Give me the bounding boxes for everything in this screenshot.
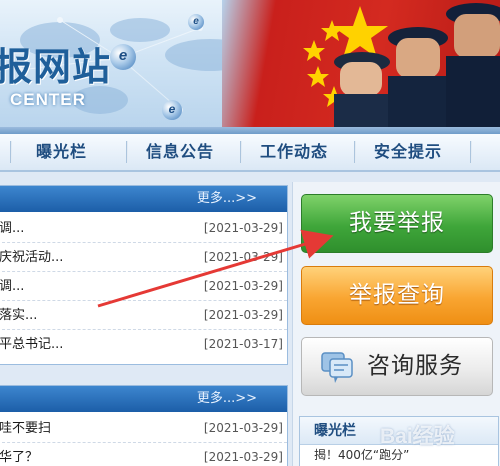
more-link[interactable]: 更多...>> <box>197 386 257 412</box>
nav-item-exposure[interactable]: 曝光栏 <box>36 134 87 170</box>
site-subtitle: CENTER <box>10 90 86 109</box>
e-logo-icon-small: e <box>162 100 182 120</box>
news-list: 调... [2021-03-29] 庆祝活动... [2021-03-29] 调… <box>0 212 287 359</box>
news-item[interactable]: 庆祝活动... [2021-03-29] <box>0 243 287 272</box>
site-title: 报网站 <box>0 45 112 89</box>
baidu-watermark: Bai经验 <box>380 425 455 448</box>
news-item[interactable]: 调... [2021-03-29] <box>0 214 287 243</box>
main-nav: 曝光栏 信息公告 工作动态 安全提示 <box>0 134 500 172</box>
nav-separator <box>10 141 12 163</box>
news-panel: 更多...>> 调... [2021-03-29] 庆祝活动... [2021-… <box>0 185 288 365</box>
news-item[interactable]: 平总书记... [2021-03-17] <box>0 330 287 359</box>
header-banner: 报网站 CENTER e e e <box>0 0 500 134</box>
news-date: [2021-03-29] <box>203 221 283 235</box>
news-item[interactable]: 华了？ [2021-03-29] <box>0 443 287 466</box>
news-title[interactable]: 调... <box>0 272 24 301</box>
news-title[interactable]: 落实... <box>0 301 37 330</box>
news-date: [2021-03-29] <box>203 308 283 322</box>
news-date: [2021-03-29] <box>203 250 283 264</box>
news-item[interactable]: 哇不要扫 [2021-03-29] <box>0 414 287 443</box>
consult-service-label: 咨询服务 <box>367 353 463 379</box>
nav-item-work-news[interactable]: 工作动态 <box>260 134 328 170</box>
news-title[interactable]: 华了？ <box>0 443 38 466</box>
news-date: [2021-03-29] <box>203 450 283 464</box>
report-button[interactable]: 我要举报 <box>301 194 493 253</box>
news-date: [2021-03-29] <box>203 279 283 293</box>
nav-separator <box>354 141 356 163</box>
banner-divider <box>0 127 500 134</box>
e-logo-icon: e <box>110 44 136 70</box>
consult-service-button[interactable]: 咨询服务 <box>301 337 493 396</box>
news-item[interactable]: 落实... [2021-03-29] <box>0 301 287 330</box>
page: 报网站 CENTER e e e 曝光栏 信息公告 工作动态 安全提示 更多..… <box>0 0 500 466</box>
news-list: 哇不要扫 [2021-03-29] 华了？ [2021-03-29] <box>0 412 287 466</box>
news-title[interactable]: 哇不要扫 <box>0 414 51 443</box>
consult-icon <box>321 352 353 383</box>
e-logo-icon-tiny: e <box>188 14 204 30</box>
panel-header: 更多...>> <box>0 186 287 212</box>
nav-item-announcements[interactable]: 信息公告 <box>146 134 214 170</box>
news-panel: 更多...>> 哇不要扫 [2021-03-29] 华了？ [2021-03-2… <box>0 385 288 466</box>
nav-separator <box>470 141 472 163</box>
national-flag-graphic <box>222 0 500 134</box>
news-title[interactable]: 平总书记... <box>0 330 63 359</box>
nav-separator <box>126 141 128 163</box>
panel-header: 更多...>> <box>0 386 287 412</box>
news-date: [2021-03-17] <box>203 337 283 351</box>
news-title[interactable]: 调... <box>0 214 24 243</box>
news-date: [2021-03-29] <box>203 421 283 435</box>
news-title[interactable]: 庆祝活动... <box>0 243 63 272</box>
flag-and-police-illustration <box>303 3 500 134</box>
more-link[interactable]: 更多...>> <box>197 186 257 212</box>
nav-separator <box>240 141 242 163</box>
report-query-button[interactable]: 举报查询 <box>301 266 493 325</box>
news-item[interactable]: 调... [2021-03-29] <box>0 272 287 301</box>
nav-item-safety-tips[interactable]: 安全提示 <box>374 134 442 170</box>
